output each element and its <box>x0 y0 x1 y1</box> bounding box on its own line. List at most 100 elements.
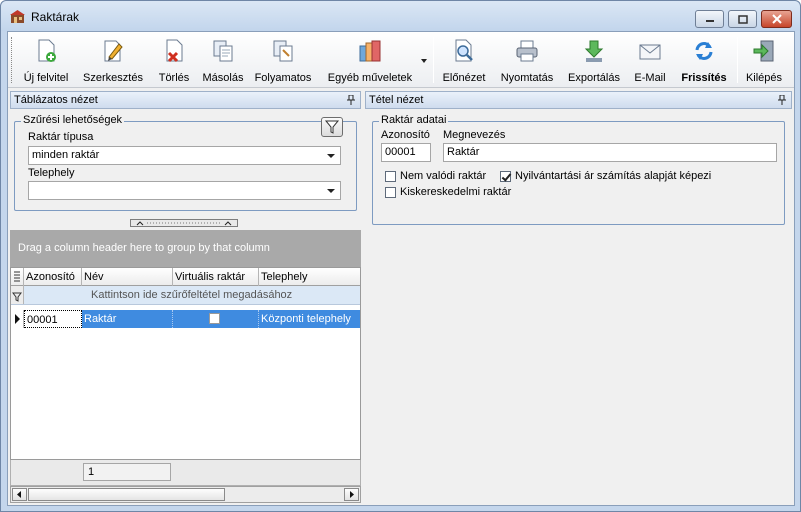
maximize-icon <box>737 14 748 24</box>
maximize-button[interactable] <box>728 10 757 28</box>
chevron-down-icon[interactable] <box>420 58 428 64</box>
refresh-button-label: Frissítés <box>681 72 727 84</box>
close-button[interactable] <box>761 10 792 28</box>
retail-warehouse-label: Kiskereskedelmi raktár <box>400 186 512 198</box>
export-button-label: Exportálás <box>568 72 620 84</box>
new-button[interactable]: Új felvitel <box>18 36 74 84</box>
checkbox-box <box>385 186 396 198</box>
retail-warehouse-checkbox[interactable]: Kiskereskedelmi raktár <box>385 186 511 198</box>
record-count: 1 <box>88 466 95 478</box>
edit-button[interactable]: Szerkesztés <box>80 36 146 84</box>
not-real-warehouse-checkbox[interactable]: Nem valódi raktár <box>385 170 486 182</box>
chevron-down-icon <box>327 154 335 158</box>
copy-icon <box>213 40 233 62</box>
filter-row-hint: Kattintson ide szűrőfeltétel megadásához <box>91 289 293 301</box>
delete-button-label: Törlés <box>158 72 190 84</box>
toolbar-grip[interactable] <box>11 37 14 83</box>
minimize-button[interactable] <box>695 10 724 28</box>
chevron-left-icon <box>17 491 21 498</box>
pin-icon[interactable] <box>347 95 355 105</box>
row-pointer-icon <box>15 314 20 324</box>
exit-button[interactable]: Kilépés <box>742 36 786 84</box>
title-bar[interactable]: Raktárak <box>1 1 800 31</box>
warehouse-type-value: minden raktár <box>32 149 100 161</box>
cell-id[interactable]: 00001 <box>24 310 82 328</box>
splitter-grip-icon <box>136 221 232 226</box>
print-button[interactable]: Nyomtatás <box>496 36 558 84</box>
main-client-area: Új felvitel Szerkesztés Törlés Másolás F… <box>7 31 795 506</box>
filter-row-indicator <box>11 286 24 304</box>
refresh-button[interactable]: Frissítés <box>674 36 734 84</box>
id-value: 00001 <box>385 146 416 158</box>
column-chooser-button[interactable] <box>11 268 24 286</box>
warehouse-type-select[interactable]: minden raktár <box>28 146 341 165</box>
print-icon <box>516 40 538 62</box>
warehouse-app-icon <box>10 10 25 23</box>
id-label: Azonosító <box>381 129 430 141</box>
price-basis-label: Nyilvántartási ár számítás alapját képez… <box>515 170 712 182</box>
copy-button-label: Másolás <box>202 72 244 84</box>
name-value: Raktár <box>447 146 480 158</box>
scroll-thumb[interactable] <box>28 488 225 501</box>
chevron-down-icon <box>327 189 335 193</box>
name-field[interactable]: Raktár <box>443 143 777 162</box>
name-label: Megnevezés <box>443 129 506 141</box>
export-button[interactable]: Exportálás <box>562 36 626 84</box>
minimize-icon <box>705 20 714 22</box>
group-by-area[interactable]: Drag a column header here to group by th… <box>10 230 361 267</box>
record-count-box: 1 <box>83 463 171 481</box>
filter-funnel-icon <box>12 292 22 302</box>
toolbar-separator <box>737 37 738 83</box>
grid-filter-row[interactable]: Kattintson ide szűrőfeltétel megadásához <box>11 286 360 305</box>
preview-button-label: Előnézet <box>442 72 486 84</box>
column-header-name[interactable]: Név <box>82 268 173 286</box>
app-window: Raktárak Új felvitel Szerkesztés Törlés … <box>0 0 801 512</box>
other-actions-button[interactable]: Egyéb műveletek <box>322 36 418 84</box>
column-header-id[interactable]: Azonosító <box>24 268 82 286</box>
warehouse-type-label: Raktár típusa <box>28 131 94 143</box>
preview-button[interactable]: Előnézet <box>438 36 490 84</box>
continuous-button[interactable]: Folyamatos <box>250 36 316 84</box>
not-real-warehouse-label: Nem valódi raktár <box>400 170 487 182</box>
email-button[interactable]: E-Mail <box>630 36 670 84</box>
price-basis-checkbox[interactable]: Nyilvántartási ár számítás alapját képez… <box>500 170 711 182</box>
chevron-right-icon <box>350 491 354 498</box>
toolbar: Új felvitel Szerkesztés Törlés Másolás F… <box>8 32 794 88</box>
window-title: Raktárak <box>31 10 80 24</box>
edit-icon <box>104 40 123 62</box>
group-by-hint: Drag a column header here to group by th… <box>18 242 270 254</box>
grid-footer: 1 <box>10 460 361 486</box>
column-header-site[interactable]: Telephely <box>259 268 360 286</box>
new-doc-icon <box>38 39 56 62</box>
id-field[interactable]: 00001 <box>381 143 431 162</box>
virtual-checkbox[interactable] <box>209 313 220 324</box>
horizontal-scrollbar[interactable] <box>10 486 361 503</box>
panel-splitter[interactable] <box>130 219 238 227</box>
delete-button[interactable]: Törlés <box>152 36 196 84</box>
exit-button-label: Kilépés <box>745 72 783 84</box>
refresh-icon <box>695 42 713 60</box>
edit-button-label: Szerkesztés <box>83 72 143 84</box>
filter-button[interactable] <box>321 117 343 137</box>
pin-icon[interactable] <box>778 95 786 105</box>
continuous-icon <box>273 40 293 62</box>
scroll-right-button[interactable] <box>344 488 359 501</box>
delete-icon <box>166 39 183 63</box>
close-icon <box>771 14 782 24</box>
checkbox-box <box>500 170 511 182</box>
warehouse-grid: Azonosító Név Virtuális raktár Telephely… <box>10 267 361 460</box>
scroll-left-button[interactable] <box>12 488 27 501</box>
column-header-virtual[interactable]: Virtuális raktár <box>173 268 259 286</box>
other-actions-icon <box>359 40 381 62</box>
email-icon <box>639 44 661 60</box>
table-row[interactable]: 00001 Raktár Központi telephely <box>11 310 360 328</box>
email-button-label: E-Mail <box>634 72 666 84</box>
new-button-label: Új felvitel <box>23 72 69 84</box>
site-label: Telephely <box>28 167 75 179</box>
copy-button[interactable]: Másolás <box>200 36 246 84</box>
table-view-title: Táblázatos nézet <box>14 94 98 106</box>
cell-name[interactable]: Raktár <box>82 310 173 328</box>
site-select[interactable] <box>28 181 341 200</box>
exit-icon <box>753 40 774 62</box>
cell-site[interactable]: Központi telephely <box>259 310 360 328</box>
